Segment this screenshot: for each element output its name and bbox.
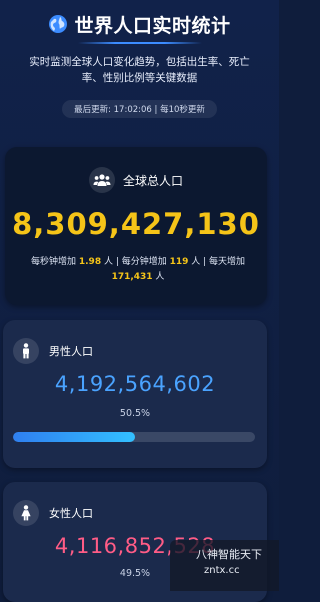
per-day-value: 171,431 bbox=[111, 272, 153, 282]
male-population-card: 男性人口 4,192,564,602 50.5% bbox=[3, 320, 267, 468]
rate-prefix-text: 每秒钟增加 bbox=[31, 257, 79, 267]
page-title: 世界人口实时统计 bbox=[74, 14, 231, 37]
rate-mid-text-2: 人 | 每天增加 bbox=[188, 257, 245, 267]
female-person-icon bbox=[13, 500, 39, 526]
page-subtitle: 实时监测全球人口变化趋势，包括出生率、死亡率、性别比例等关键数据 bbox=[29, 56, 250, 84]
per-second-value: 1.98 bbox=[78, 257, 102, 267]
globe-icon bbox=[48, 14, 68, 34]
watermark-brand-text: 八神智能天下 bbox=[196, 548, 262, 561]
app-screen: 世界人口实时统计 实时监测全球人口变化趋势，包括出生率、死亡率、性别比例等关键数… bbox=[0, 0, 279, 602]
female-card-header: 女性人口 bbox=[13, 500, 93, 526]
title-underline bbox=[77, 42, 202, 44]
per-minute-value: 119 bbox=[169, 257, 189, 267]
total-population-label: 全球总人口 bbox=[122, 173, 183, 188]
page-header: 世界人口实时统计 实时监测全球人口变化趋势，包括出生率、死亡率、性别比例等关键数… bbox=[0, 10, 279, 118]
male-card-header: 男性人口 bbox=[13, 338, 93, 364]
male-progress-bar bbox=[13, 432, 255, 442]
title-row: 世界人口实时统计 bbox=[0, 10, 279, 38]
rate-suffix-text: 人 bbox=[152, 272, 165, 282]
male-percentage: 50.5% bbox=[119, 408, 151, 419]
watermark: 八神智能天下 zntx.cc bbox=[170, 540, 279, 591]
rate-mid-text-1: 人 | 每分钟增加 bbox=[101, 257, 170, 267]
male-progress-fill bbox=[13, 432, 136, 442]
male-population-label: 男性人口 bbox=[49, 345, 93, 358]
watermark-url-text: zntx.cc bbox=[204, 565, 240, 576]
male-population-value: 4,192,564,602 bbox=[54, 372, 216, 396]
total-population-value: 8,309,427,130 bbox=[12, 207, 260, 241]
total-population-card: 全球总人口 8,309,427,130 每秒钟增加 1.98 人 | 每分钟增加… bbox=[5, 147, 267, 305]
female-population-label: 女性人口 bbox=[49, 507, 93, 520]
male-person-icon bbox=[13, 338, 39, 364]
last-update-badge: 最后更新: 17:02:06 | 每10秒更新 bbox=[62, 100, 217, 118]
total-population-header: 全球总人口 bbox=[5, 167, 267, 193]
growth-rates-text: 每秒钟增加 1.98 人 | 每分钟增加 119 人 | 每天增加 171,43… bbox=[23, 255, 253, 285]
people-group-icon bbox=[88, 167, 115, 193]
